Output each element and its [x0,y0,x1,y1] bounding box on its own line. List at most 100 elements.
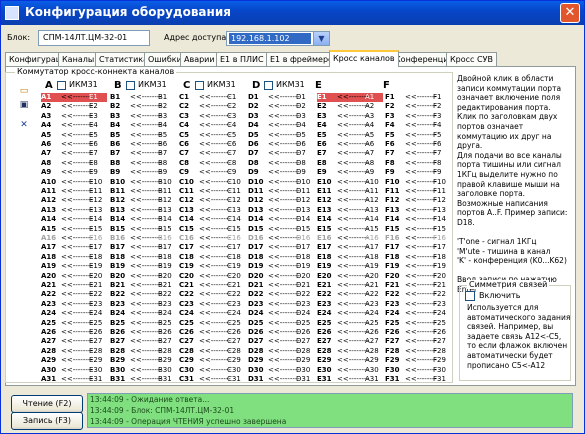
cross-cell-c6[interactable]: C6 <<--------C6 [179,140,247,149]
cross-cell-d7[interactable]: D7 <<--------D7 [248,149,316,158]
cross-cell-b8[interactable]: B8 <<--------B8 [110,159,178,168]
cross-cell-b15[interactable]: B15 <<--------B15 [110,225,178,234]
cross-cell-a15[interactable]: A15 <<--------E15 [41,225,109,234]
cross-cell-c15[interactable]: C15 <<--------C15 [179,225,247,234]
cross-cell-e17[interactable]: E17 <<--------A17 [317,243,385,252]
cross-cell-c2[interactable]: C2 <<--------C2 [179,102,247,111]
cross-cell-c4[interactable]: C4 <<--------C4 [179,121,247,130]
cross-cell-f6[interactable]: F6 <<--------F6 [385,140,453,149]
cross-cell-b6[interactable]: B6 <<--------B6 [110,140,178,149]
cross-cell-e21[interactable]: E21 <<--------A21 [317,281,385,290]
cross-cell-c19[interactable]: C19 <<--------C19 [179,262,247,271]
cross-cell-f3[interactable]: F3 <<--------F3 [385,112,453,121]
tab-channel-cross[interactable]: Кросс каналов [329,50,399,67]
cross-cell-f17[interactable]: F17 <<--------F17 [385,243,453,252]
cross-cell-a20[interactable]: A20 <<--------E20 [41,272,109,281]
cross-cell-b10[interactable]: B10 <<--------B10 [110,178,178,187]
cross-cell-e8[interactable]: E8 <<--------A8 [317,159,385,168]
cross-cell-f11[interactable]: F11 <<--------F11 [385,187,453,196]
cross-cell-a31[interactable]: A31 <<--------E31 [41,375,109,384]
tab-channels[interactable]: Каналы [58,52,99,66]
cross-cell-d6[interactable]: D6 <<--------D6 [248,140,316,149]
cross-cell-a21[interactable]: A21 <<--------E21 [41,281,109,290]
cross-cell-b22[interactable]: B22 <<--------B22 [110,290,178,299]
cross-cell-b1[interactable]: B1 <<--------B1 [110,93,178,102]
cross-cell-e4[interactable]: E4 <<--------A4 [317,121,385,130]
cross-cell-d18[interactable]: D18 <<--------D18 [248,253,316,262]
cross-cell-b5[interactable]: B5 <<--------B5 [110,131,178,140]
cross-cell-a19[interactable]: A19 <<--------E19 [41,262,109,271]
cross-cell-c27[interactable]: C27 <<--------C27 [179,337,247,346]
cross-cell-a26[interactable]: A26 <<--------E26 [41,328,109,337]
cross-cell-d25[interactable]: D25 <<--------D25 [248,319,316,328]
cross-cell-a9[interactable]: A9 <<--------E9 [41,168,109,177]
clear-icon[interactable]: ✕ [17,119,31,131]
cross-cell-a3[interactable]: A3 <<--------E3 [41,112,109,121]
cross-cell-f19[interactable]: F19 <<--------F19 [385,262,453,271]
cross-cell-d3[interactable]: D3 <<--------D3 [248,112,316,121]
cross-cell-e6[interactable]: E6 <<--------A6 [317,140,385,149]
cross-cell-f14[interactable]: F14 <<--------F14 [385,215,453,224]
cross-cell-b7[interactable]: B7 <<--------B7 [110,149,178,158]
cross-cell-c14[interactable]: C14 <<--------C14 [179,215,247,224]
cross-cell-b14[interactable]: B14 <<--------B14 [110,215,178,224]
cross-cell-f24[interactable]: F24 <<--------F24 [385,309,453,318]
cross-cell-a7[interactable]: A7 <<--------E7 [41,149,109,158]
cross-cell-e26[interactable]: E26 <<--------A26 [317,328,385,337]
cross-cell-d1[interactable]: D1 <<--------D1 [248,93,316,102]
cross-cell-a10[interactable]: A10 <<--------E10 [41,178,109,187]
cross-cell-e10[interactable]: E10 <<--------A10 [317,178,385,187]
cross-cell-c25[interactable]: C25 <<--------C25 [179,319,247,328]
cross-cell-b11[interactable]: B11 <<--------B11 [110,187,178,196]
cross-cell-f8[interactable]: F8 <<--------F8 [385,159,453,168]
cross-cell-f7[interactable]: F7 <<--------F7 [385,149,453,158]
cross-cell-e24[interactable]: E24 <<--------A24 [317,309,385,318]
cross-cell-c24[interactable]: C24 <<--------C24 [179,309,247,318]
cross-cell-f9[interactable]: F9 <<--------F9 [385,168,453,177]
cross-cell-f26[interactable]: F26 <<--------F26 [385,328,453,337]
cross-cell-d9[interactable]: D9 <<--------D9 [248,168,316,177]
cross-cell-f13[interactable]: F13 <<--------F13 [385,206,453,215]
cross-cell-f22[interactable]: F22 <<--------F22 [385,290,453,299]
cross-cell-a6[interactable]: A6 <<--------E6 [41,140,109,149]
cross-cell-d14[interactable]: D14 <<--------D14 [248,215,316,224]
cross-cell-b26[interactable]: B26 <<--------B26 [110,328,178,337]
cross-cell-b13[interactable]: B13 <<--------B13 [110,206,178,215]
cross-cell-e3[interactable]: E3 <<--------A3 [317,112,385,121]
cross-cell-a16[interactable]: A16 <<--------E16 [41,234,109,243]
cross-cell-e23[interactable]: E23 <<--------A23 [317,300,385,309]
cross-cell-d4[interactable]: D4 <<--------D4 [248,121,316,130]
cross-cell-e9[interactable]: E9 <<--------A9 [317,168,385,177]
cross-cell-f20[interactable]: F20 <<--------F20 [385,272,453,281]
cross-cell-d8[interactable]: D8 <<--------D8 [248,159,316,168]
cross-cell-a11[interactable]: A11 <<--------E11 [41,187,109,196]
cross-cell-f15[interactable]: F15 <<--------F15 [385,225,453,234]
cross-cell-b12[interactable]: B12 <<--------B12 [110,196,178,205]
ikm-checkbox-b[interactable] [126,81,135,90]
cross-cell-b28[interactable]: B28 <<--------B28 [110,347,178,356]
cross-cell-b24[interactable]: B24 <<--------B24 [110,309,178,318]
cross-cell-e31[interactable]: E31 <<--------A31 [317,375,385,384]
cross-cell-a24[interactable]: A24 <<--------E24 [41,309,109,318]
cross-cell-b9[interactable]: B9 <<--------B9 [110,168,178,177]
cross-cell-b2[interactable]: B2 <<--------B2 [110,102,178,111]
cross-cell-f25[interactable]: F25 <<--------F25 [385,319,453,328]
port-header-a[interactable]: A [45,80,53,91]
cross-cell-a28[interactable]: A28 <<--------E28 [41,347,109,356]
cross-cell-b4[interactable]: B4 <<--------B4 [110,121,178,130]
cross-cell-d19[interactable]: D19 <<--------D19 [248,262,316,271]
cross-cell-f16[interactable]: F16 <<--------F16 [385,234,453,243]
cross-cell-c29[interactable]: C29 <<--------C29 [179,356,247,365]
cross-cell-c20[interactable]: C20 <<--------C20 [179,272,247,281]
cross-cell-f29[interactable]: F29 <<--------F29 [385,356,453,365]
cross-cell-c30[interactable]: C30 <<--------C30 [179,366,247,375]
cross-cell-d22[interactable]: D22 <<--------D22 [248,290,316,299]
port-header-f[interactable]: F [383,80,390,91]
cross-cell-e14[interactable]: E14 <<--------A14 [317,215,385,224]
cross-cell-c7[interactable]: C7 <<--------C7 [179,149,247,158]
cross-cell-b29[interactable]: B29 <<--------B29 [110,356,178,365]
tab-alarms[interactable]: Аварии [180,52,219,66]
cross-cell-e29[interactable]: E29 <<--------A29 [317,356,385,365]
cross-cell-f5[interactable]: F5 <<--------F5 [385,131,453,140]
cross-cell-a17[interactable]: A17 <<--------E17 [41,243,109,252]
